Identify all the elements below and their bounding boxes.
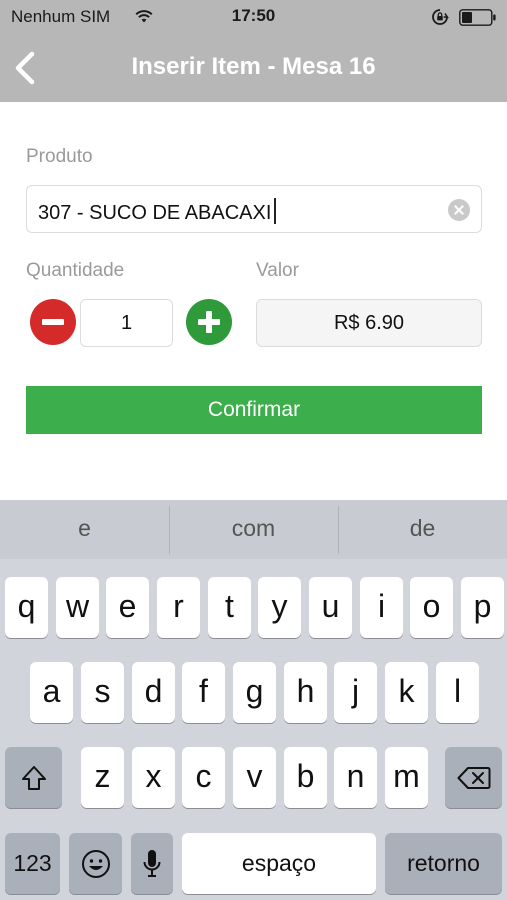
keyboard: e com de q w e r t y u i o p a s d f g h… xyxy=(0,500,507,900)
shift-key[interactable] xyxy=(5,747,62,808)
key-a[interactable]: a xyxy=(30,662,73,723)
key-m[interactable]: m xyxy=(385,747,428,808)
produto-value: 307 - SUCO DE ABACAXI xyxy=(38,202,272,224)
key-s[interactable]: s xyxy=(81,662,124,723)
quantity-input[interactable]: 1 xyxy=(80,299,173,347)
key-r[interactable]: r xyxy=(157,577,200,638)
valor-label: Valor xyxy=(256,260,299,281)
status-bar: Nenhum SIM 17:50 xyxy=(0,0,507,34)
battery-icon xyxy=(459,9,496,26)
navigation-bar: Inserir Item - Mesa 16 xyxy=(0,34,507,102)
key-p[interactable]: p xyxy=(461,577,504,638)
key-w[interactable]: w xyxy=(56,577,99,638)
page-title: Inserir Item - Mesa 16 xyxy=(131,53,376,80)
orientation-lock-icon xyxy=(432,9,449,25)
key-n[interactable]: n xyxy=(334,747,377,808)
valor-field: R$ 6.90 xyxy=(256,299,482,347)
emoji-icon xyxy=(81,849,110,878)
key-h[interactable]: h xyxy=(284,662,327,723)
key-q[interactable]: q xyxy=(5,577,48,638)
key-o[interactable]: o xyxy=(410,577,453,638)
key-z[interactable]: z xyxy=(81,747,124,808)
return-key[interactable]: retorno xyxy=(385,833,502,894)
numbers-key[interactable]: 123 xyxy=(5,833,60,894)
microphone-icon xyxy=(143,849,161,877)
insert-item-form: Produto 307 - SUCO DE ABACAXI Quantidade… xyxy=(0,102,507,500)
increase-quantity-button[interactable] xyxy=(186,299,232,345)
produto-label: Produto xyxy=(26,146,93,167)
key-f[interactable]: f xyxy=(182,662,225,723)
quantidade-label: Quantidade xyxy=(26,260,125,281)
confirm-button[interactable]: Confirmar xyxy=(26,386,482,434)
key-l[interactable]: l xyxy=(436,662,479,723)
key-u[interactable]: u xyxy=(309,577,352,638)
suggestion-item[interactable]: com xyxy=(169,500,338,559)
suggestion-item[interactable]: e xyxy=(0,500,169,559)
key-i[interactable]: i xyxy=(360,577,403,638)
key-t[interactable]: t xyxy=(208,577,251,638)
decrease-quantity-button[interactable] xyxy=(30,299,76,345)
text-caret xyxy=(274,198,277,224)
backspace-icon xyxy=(457,766,490,789)
shift-icon xyxy=(21,765,46,790)
produto-input[interactable]: 307 - SUCO DE ABACAXI xyxy=(26,185,482,233)
key-b[interactable]: b xyxy=(284,747,327,808)
suggestion-bar: e com de xyxy=(0,500,507,559)
space-key[interactable]: espaço xyxy=(182,833,376,894)
dictation-key[interactable] xyxy=(131,833,173,894)
key-g[interactable]: g xyxy=(233,662,276,723)
key-x[interactable]: x xyxy=(132,747,175,808)
key-y[interactable]: y xyxy=(258,577,301,638)
emoji-key[interactable] xyxy=(69,833,122,894)
suggestion-item[interactable]: de xyxy=(338,500,507,559)
key-v[interactable]: v xyxy=(233,747,276,808)
key-d[interactable]: d xyxy=(132,662,175,723)
key-j[interactable]: j xyxy=(334,662,377,723)
backspace-key[interactable] xyxy=(445,747,502,808)
clear-icon[interactable] xyxy=(448,199,470,221)
key-c[interactable]: c xyxy=(182,747,225,808)
key-k[interactable]: k xyxy=(385,662,428,723)
key-e[interactable]: e xyxy=(106,577,149,638)
